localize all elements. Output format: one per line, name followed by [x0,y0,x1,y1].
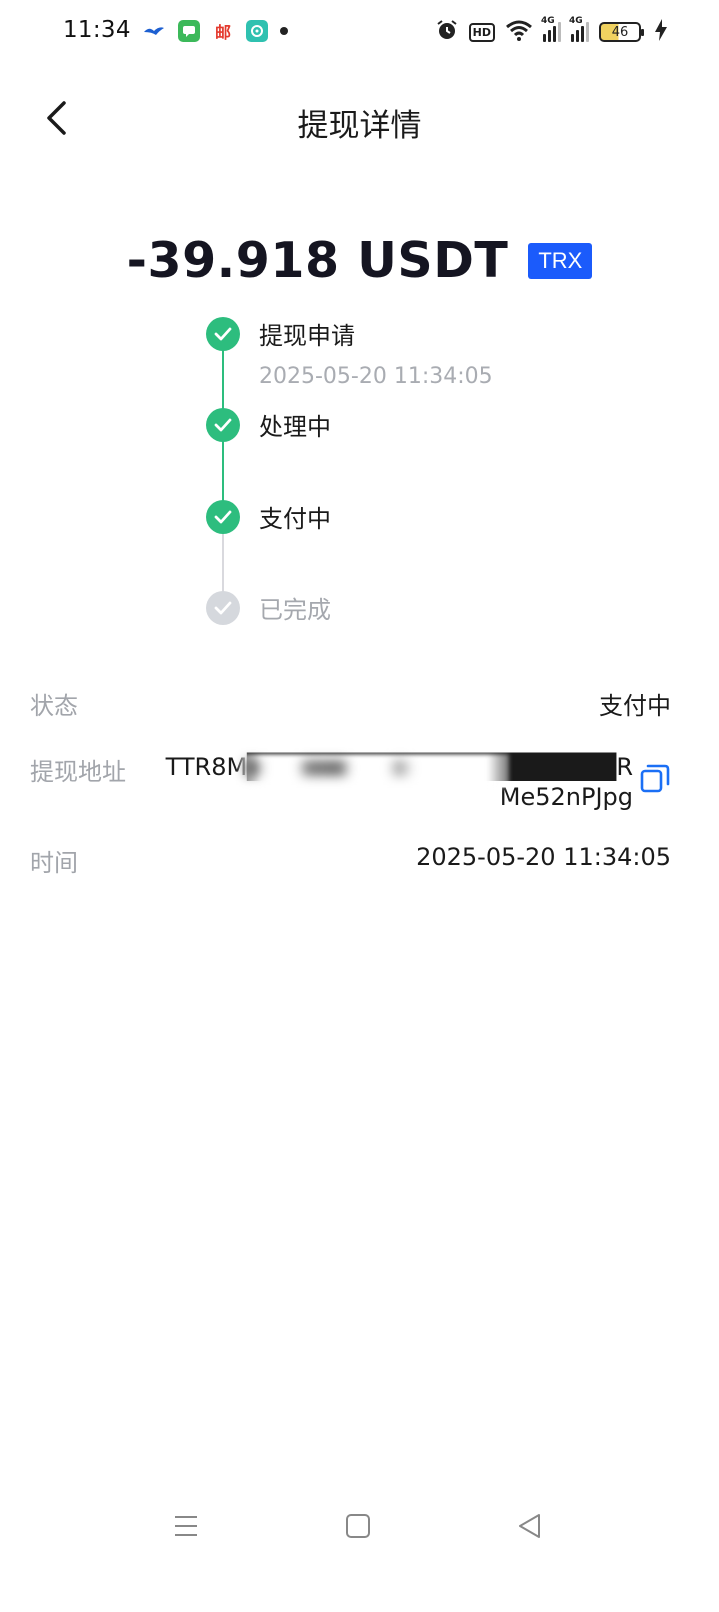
back-triangle-icon [519,1514,540,1538]
signal-4g-icon: 4G [569,16,589,42]
copy-button[interactable] [639,762,671,794]
notification-icons: 邮 [142,20,288,42]
address-row: 提现地址 TTR8M████████████████████RMe52nPJpg [30,752,671,816]
signal-4g-icon: 4G [541,16,561,42]
timeline-step-label: 处理中 [259,413,331,441]
timeline-step-label: 提现申请 [259,322,355,350]
status-bar: 11:34 邮 HD 4G 4G 46 [0,0,719,64]
hd-icon: HD [468,22,495,42]
home-button[interactable] [338,1508,378,1544]
check-circle-icon [206,590,240,625]
time-value: 2025-05-20 11:34:05 [416,843,671,871]
amount-section: -39.918 USDT TRX [0,232,719,289]
check-circle-icon [206,499,240,534]
time-label: 时间 [30,849,78,877]
system-nav-bar [0,1490,719,1560]
system-back-button[interactable] [510,1508,550,1544]
time-row: 时间 2025-05-20 11:34:05 [30,843,671,877]
check-circle-icon [206,316,240,351]
recents-button[interactable] [166,1508,206,1544]
home-icon [346,1514,370,1538]
status-label: 状态 [30,692,78,720]
wifi-icon [505,19,533,45]
menu-icon [175,1516,197,1536]
chain-badge: TRX [528,242,593,279]
status-time: 11:34 [63,17,131,43]
progress-timeline: 提现申请 2025-05-20 11:34:05 处理中 支付中 已完成 [206,316,626,636]
timeline-step-label: 已完成 [259,596,331,624]
check-circle-icon [206,407,240,442]
status-row: 状态 支付中 [30,686,671,720]
timeline-step-label: 支付中 [259,505,331,533]
copy-icon [640,764,670,793]
status-value: 支付中 [599,692,671,720]
timeline-step-applied: 提现申请 [206,316,355,351]
address-label: 提现地址 [30,758,126,786]
soul-app-icon [246,20,268,42]
bird-app-icon [142,20,166,42]
mail-app-icon: 邮 [214,23,231,42]
timeline-step-time: 2025-05-20 11:34:05 [259,364,493,389]
chat-app-icon [178,20,200,42]
notification-dot-icon [280,27,288,35]
system-icons: HD 4G 4G 46 [435,16,667,46]
page-title: 提现详情 [297,108,422,144]
timeline-step-processing: 处理中 [206,407,331,442]
app-header: 提现详情 [0,80,719,156]
withdraw-amount: -39.918 USDT [126,232,509,289]
alarm-icon [435,18,459,46]
timeline-step-completed: 已完成 [206,590,331,625]
address-redaction [239,754,509,788]
timeline-step-paying: 支付中 [206,499,331,534]
battery-icon: 46 [599,22,644,42]
charging-icon [655,19,667,45]
